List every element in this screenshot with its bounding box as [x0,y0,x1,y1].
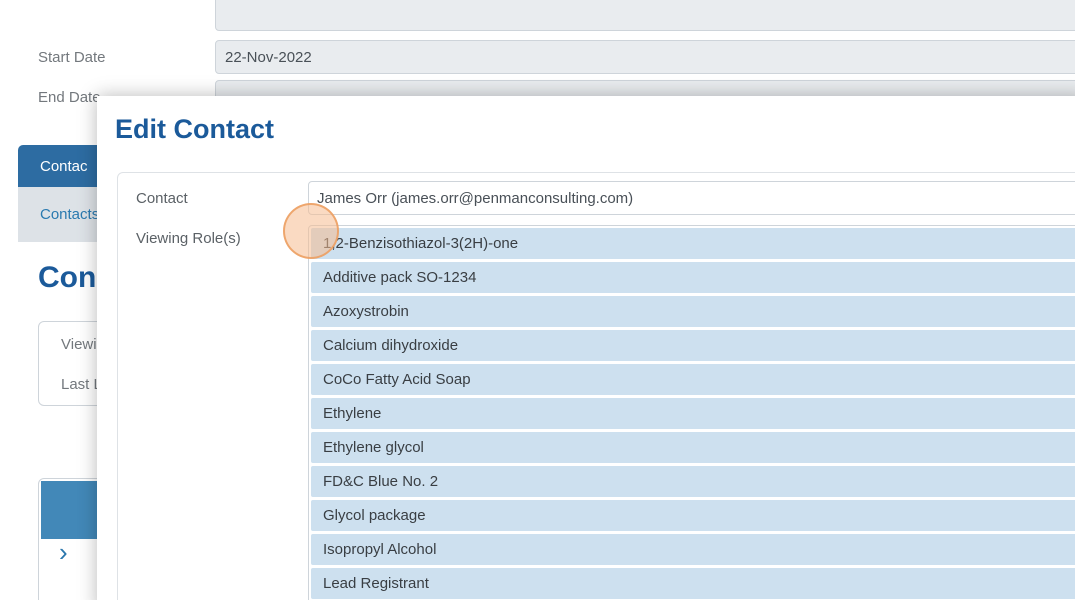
avatar-placeholder-icon [41,481,99,539]
role-option[interactable]: Ethylene [311,398,1075,429]
edit-contact-modal: Edit Contact Contact Viewing Role(s) 1,2… [97,96,1075,600]
start-date-label: Start Date [38,49,106,66]
last-login-summary-label: Last L [61,376,102,393]
role-option[interactable]: Ethylene glycol [311,432,1075,463]
role-option[interactable]: Isopropyl Alcohol [311,534,1075,565]
edit-contact-form: Contact Viewing Role(s) 1,2-Benzisothiaz… [117,172,1075,600]
contact-label: Contact [136,190,188,207]
top-cropped-field[interactable] [215,0,1075,31]
role-option[interactable]: Additive pack SO-1234 [311,262,1075,293]
viewing-roles-select[interactable]: 1,2-Benzisothiazol-3(2H)-one Additive pac… [308,225,1075,600]
role-option[interactable]: 1,2-Benzisothiazol-3(2H)-one [311,228,1075,259]
page-title: Con [38,261,97,294]
viewing-summary-label: Viewi [61,336,97,353]
modal-title: Edit Contact [115,114,274,144]
role-option[interactable]: FD&C Blue No. 2 [311,466,1075,497]
screen: { "background": { "start_date_label": "S… [0,0,1075,600]
role-option[interactable]: Glycol package [311,500,1075,531]
sidebar-item-contacts-label: Contacts [40,206,100,223]
chevron-right-icon[interactable]: › [59,539,68,565]
end-date-label: End Date [38,89,101,106]
viewing-roles-label: Viewing Role(s) [136,230,241,247]
role-option[interactable]: Azoxystrobin [311,296,1075,327]
role-option[interactable]: Calcium dihydroxide [311,330,1075,361]
role-option[interactable]: Lead Registrant [311,568,1075,599]
role-option[interactable]: CoCo Fatty Acid Soap [311,364,1075,395]
contact-input[interactable] [308,181,1075,215]
start-date-field[interactable]: 22-Nov-2022 [215,40,1075,74]
